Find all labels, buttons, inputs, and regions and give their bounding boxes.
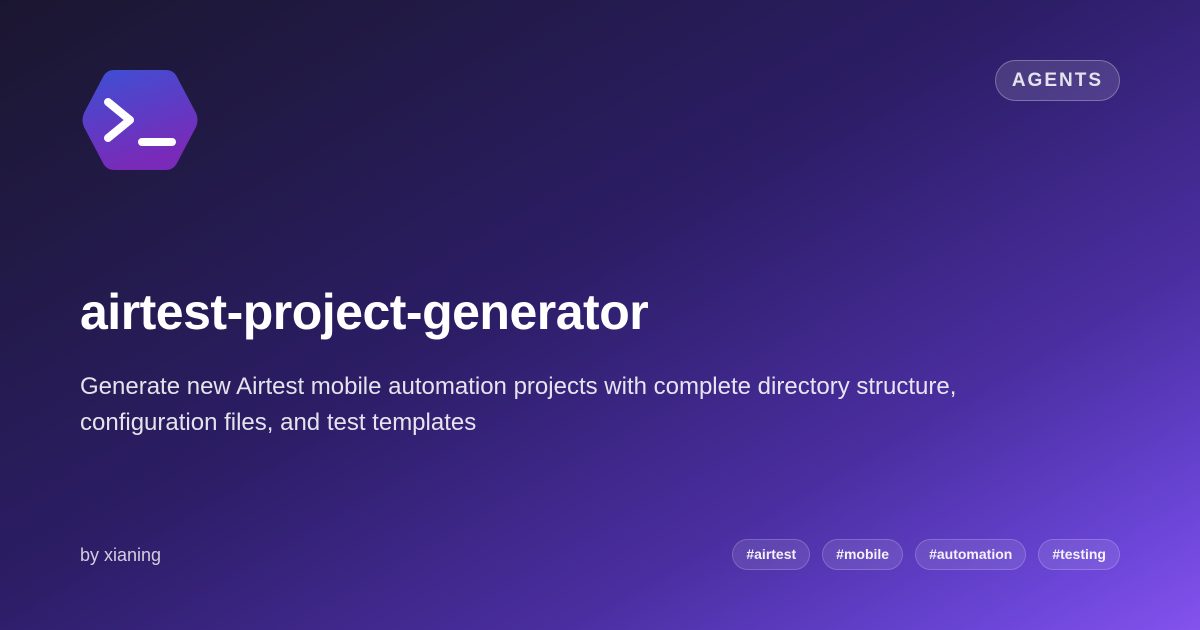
tag-testing: #testing: [1038, 539, 1120, 570]
terminal-prompt-icon: [82, 70, 198, 170]
description: Generate new Airtest mobile automation p…: [80, 373, 957, 436]
logo: [80, 66, 200, 174]
page-title: airtest-project-generator: [80, 284, 649, 340]
tag-automation: #automation: [915, 539, 1027, 570]
tag-mobile: #mobile: [822, 539, 904, 570]
author-credit: by xianing: [80, 545, 162, 565]
tag-list: #airtest #mobile #automation #testing: [732, 539, 1120, 570]
skill-card: AGENTS airtest-project-generator Generat…: [0, 0, 1200, 630]
tag-airtest: #airtest: [732, 539, 811, 570]
category-badge: AGENTS: [994, 60, 1120, 101]
